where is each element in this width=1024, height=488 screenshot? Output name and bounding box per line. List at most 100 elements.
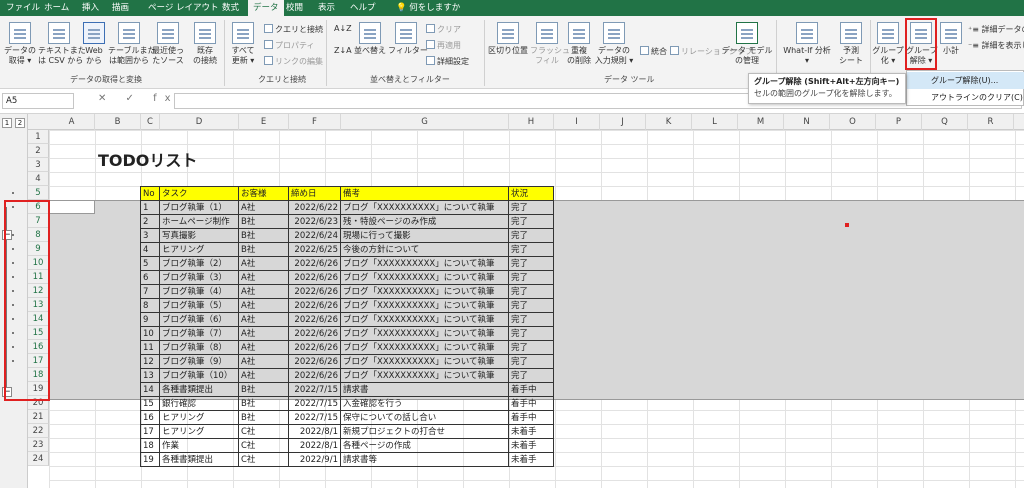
cell-status[interactable]: 完了 <box>508 298 554 313</box>
column-header[interactable]: L <box>692 114 738 130</box>
cell-notes[interactable]: ブログ「XXXXXXXXXX」について執筆 <box>340 340 509 355</box>
cell-task[interactable]: ブログ執筆（4） <box>159 284 239 299</box>
cell-customer[interactable]: A社 <box>238 368 289 383</box>
what-if-button[interactable]: What-If 分析 ▾ <box>780 22 834 65</box>
column-header[interactable]: I <box>554 114 600 130</box>
cell-notes[interactable]: 入金確認を行う <box>340 396 509 411</box>
cell-task[interactable]: ヒアリング <box>159 242 239 257</box>
header-notes[interactable]: 備考 <box>340 186 509 201</box>
cell-task[interactable]: 写真撮影 <box>159 228 239 243</box>
tab-data[interactable]: データ <box>248 0 284 16</box>
cell-deadline[interactable]: 2022/6/26 <box>288 312 341 327</box>
cell-deadline[interactable]: 2022/7/15 <box>288 382 341 397</box>
get-data-button[interactable]: データの 取得 ▾ <box>2 22 38 65</box>
filter-button[interactable]: フィルター <box>388 22 428 56</box>
outline-level-1-button[interactable]: 1 <box>2 118 12 128</box>
cell-deadline[interactable]: 2022/6/26 <box>288 298 341 313</box>
cell-no[interactable]: 16 <box>140 410 160 425</box>
cell-notes[interactable]: ブログ「XXXXXXXXXX」について執筆 <box>340 284 509 299</box>
cell-task[interactable]: ブログ執筆（5） <box>159 298 239 313</box>
cell-no[interactable]: 11 <box>140 340 160 355</box>
forecast-sheet-button[interactable]: 予測 シート <box>836 22 866 65</box>
cell-no[interactable]: 6 <box>140 270 160 285</box>
row-header[interactable]: 21 <box>28 410 49 424</box>
row-header[interactable]: 23 <box>28 438 49 452</box>
clear-filter-button[interactable]: クリア <box>426 24 461 35</box>
cell-deadline[interactable]: 2022/6/26 <box>288 340 341 355</box>
header-customer[interactable]: お客様 <box>238 186 289 201</box>
cell-status[interactable]: 完了 <box>508 354 554 369</box>
cell-no[interactable]: 10 <box>140 326 160 341</box>
cell-status[interactable]: 完了 <box>508 242 554 257</box>
data-model-button[interactable]: データ モデル の管理 <box>722 22 773 65</box>
cell-deadline[interactable]: 2022/6/24 <box>288 228 341 243</box>
existing-connections-button[interactable]: 既存 の接続 <box>190 22 220 65</box>
menu-item-clear-outline[interactable]: アウトラインのクリア(C) <box>907 89 1024 106</box>
cell-customer[interactable]: B社 <box>238 410 289 425</box>
cell-no[interactable]: 7 <box>140 284 160 299</box>
cell-notes[interactable]: ブログ「XXXXXXXXXX」について執筆 <box>340 326 509 341</box>
cell-deadline[interactable]: 2022/6/26 <box>288 354 341 369</box>
cell-task[interactable]: 各種書類提出 <box>159 452 239 467</box>
remove-duplicates-button[interactable]: 重複 の削除 <box>566 22 592 65</box>
cell-no[interactable]: 8 <box>140 298 160 313</box>
outline-level-2-button[interactable]: 2 <box>15 118 25 128</box>
sort-button[interactable]: 並べ替え <box>354 22 386 56</box>
cell-task[interactable]: 各種書類提出 <box>159 382 239 397</box>
cell-customer[interactable]: A社 <box>238 200 289 215</box>
cell-no[interactable]: 2 <box>140 214 160 229</box>
refresh-all-button[interactable]: すべて 更新 ▾ <box>228 22 258 65</box>
cell-customer[interactable]: A社 <box>238 312 289 327</box>
cell-task[interactable]: ブログ執筆（1） <box>159 200 239 215</box>
cell-task[interactable]: ブログ執筆（7） <box>159 326 239 341</box>
show-detail-button[interactable]: ⁺≡ 詳細データの <box>968 24 1024 35</box>
column-header[interactable]: G <box>341 114 509 130</box>
tab-formulas[interactable]: 数式 <box>222 0 239 16</box>
row-header[interactable]: 5 <box>28 186 49 200</box>
tab-insert[interactable]: 挿入 <box>82 0 99 16</box>
cell-customer[interactable]: C社 <box>238 424 289 439</box>
cell-notes[interactable]: ブログ「XXXXXXXXXX」について執筆 <box>340 312 509 327</box>
name-box[interactable]: A5 <box>2 93 74 109</box>
cell-notes[interactable]: 請求書 <box>340 382 509 397</box>
from-text-csv-button[interactable]: テキストまた は CSV から <box>38 22 86 65</box>
tab-help[interactable]: ヘルプ <box>350 0 376 16</box>
cell-customer[interactable]: A社 <box>238 340 289 355</box>
row-header[interactable]: 22 <box>28 424 49 438</box>
cell-no[interactable]: 3 <box>140 228 160 243</box>
cell-task[interactable]: ブログ執筆（8） <box>159 340 239 355</box>
sort-z-a-button[interactable]: Z↓A <box>334 46 352 55</box>
cell-deadline[interactable]: 2022/6/26 <box>288 270 341 285</box>
cell-customer[interactable]: A社 <box>238 354 289 369</box>
cell-deadline[interactable]: 2022/8/1 <box>288 438 341 453</box>
cell-no[interactable]: 9 <box>140 312 160 327</box>
active-cell[interactable] <box>49 200 95 214</box>
cell-customer[interactable]: A社 <box>238 298 289 313</box>
cell-no[interactable]: 19 <box>140 452 160 467</box>
group-button[interactable]: グループ 化 ▾ <box>872 22 904 65</box>
header-task[interactable]: タスク <box>159 186 239 201</box>
cell-notes[interactable]: ブログ「XXXXXXXXXX」について執筆 <box>340 368 509 383</box>
cell-status[interactable]: 完了 <box>508 270 554 285</box>
cell-status[interactable]: 着手中 <box>508 382 554 397</box>
header-status[interactable]: 状況 <box>508 186 554 201</box>
cell-status[interactable]: 完了 <box>508 256 554 271</box>
cell-customer[interactable]: C社 <box>238 438 289 453</box>
cell-status[interactable]: 完了 <box>508 326 554 341</box>
cell-status[interactable]: 完了 <box>508 214 554 229</box>
cell-status[interactable]: 未着手 <box>508 424 554 439</box>
menu-item-ungroup[interactable]: グループ解除(U)... <box>907 72 1024 89</box>
cell-deadline[interactable]: 2022/6/26 <box>288 326 341 341</box>
cell-status[interactable]: 未着手 <box>508 438 554 453</box>
cell-notes[interactable]: 請求書等 <box>340 452 509 467</box>
cell-notes[interactable]: ブログ「XXXXXXXXXX」について執筆 <box>340 354 509 369</box>
cell-customer[interactable]: B社 <box>238 382 289 397</box>
data-validation-button[interactable]: データの 入力規則 ▾ <box>594 22 634 65</box>
edit-links-button[interactable]: リンクの編集 <box>264 56 323 67</box>
column-header[interactable]: M <box>738 114 784 130</box>
cell-status[interactable]: 完了 <box>508 228 554 243</box>
header-deadline[interactable]: 締め日 <box>288 186 341 201</box>
cell-status[interactable]: 完了 <box>508 284 554 299</box>
cell-customer[interactable]: A社 <box>238 256 289 271</box>
row-header[interactable]: 1 <box>28 130 49 144</box>
